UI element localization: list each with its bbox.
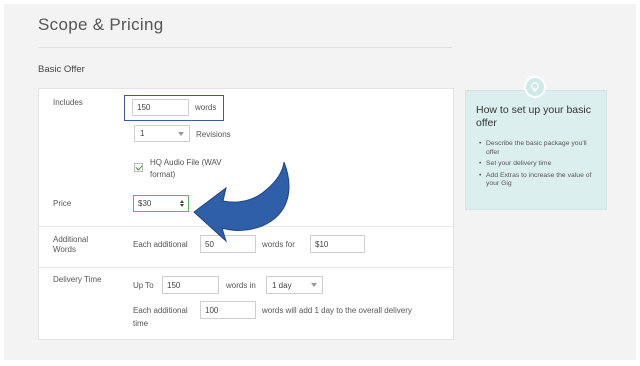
curved-arrow-icon [193, 161, 290, 243]
